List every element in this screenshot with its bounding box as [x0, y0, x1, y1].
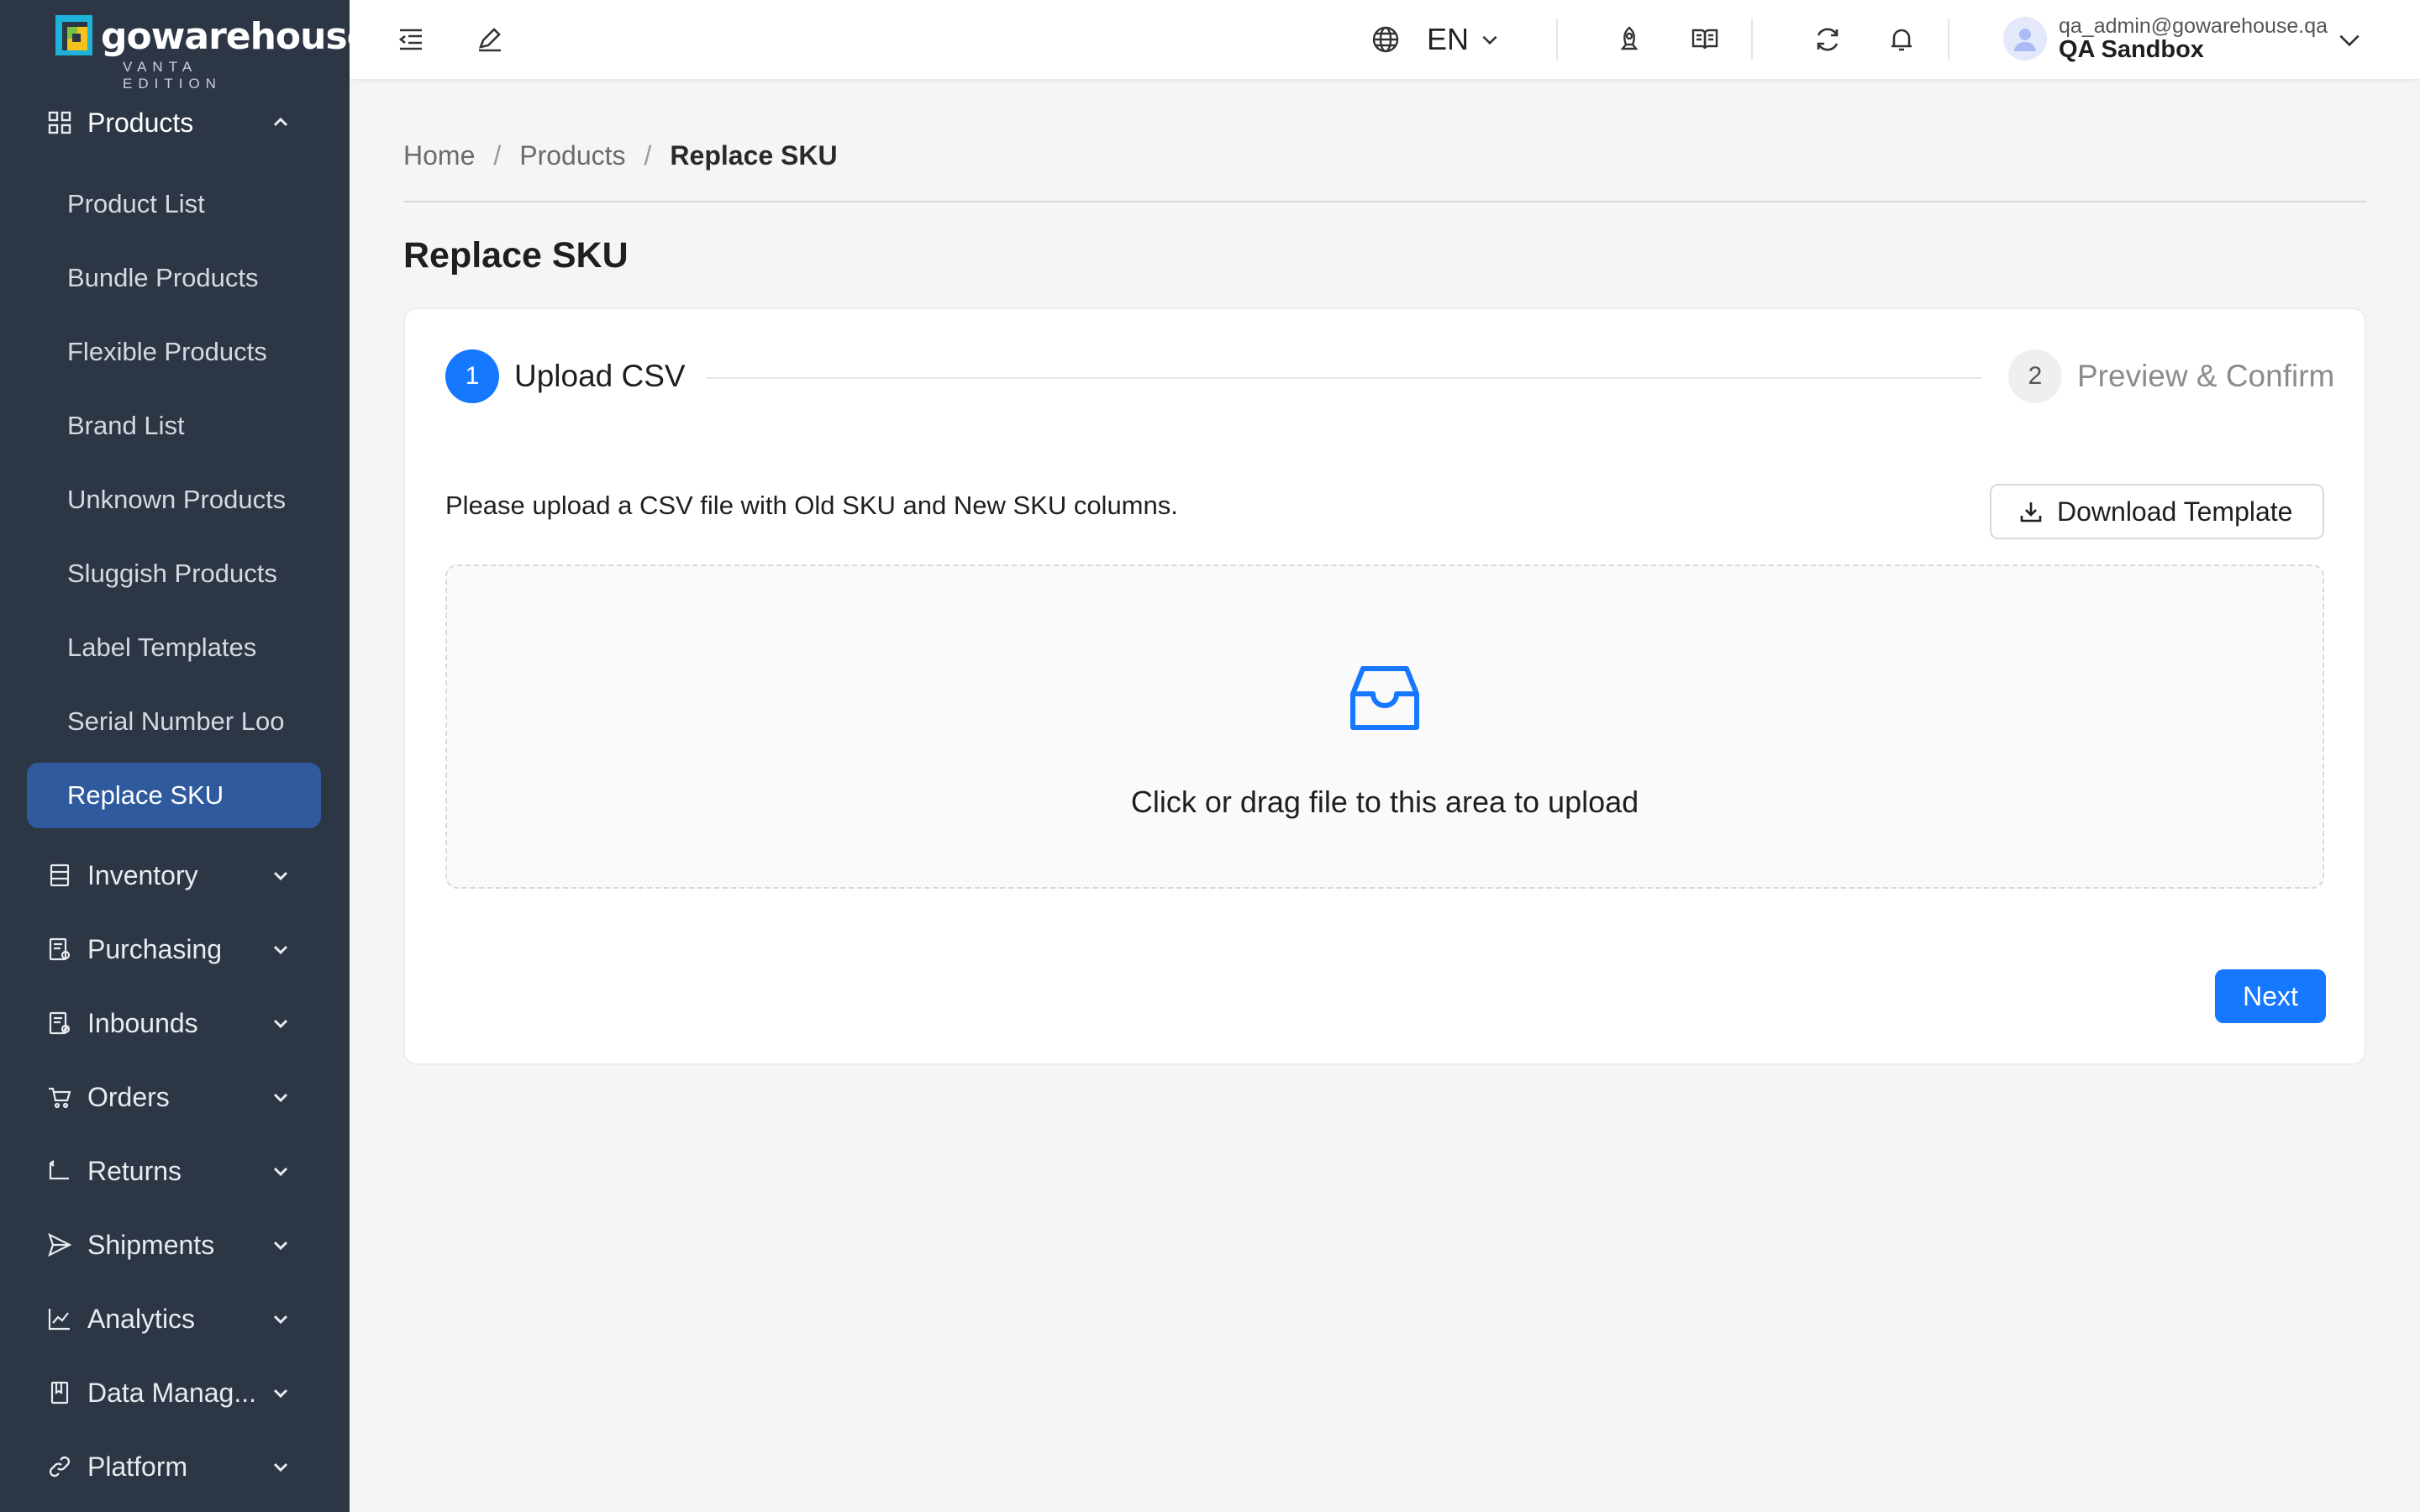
sidebar-group-orders[interactable]: Orders — [0, 1065, 350, 1129]
sidebar-group-label: Purchasing — [87, 934, 223, 964]
chevron-down-icon — [273, 1389, 288, 1399]
sidebar-group-label: Data Manag... — [87, 1378, 256, 1408]
link-icon — [49, 1456, 71, 1478]
header-divider — [1751, 18, 1753, 60]
dropzone-text: Click or drag file to this area to uploa… — [1130, 785, 1639, 819]
sidebar-item-label-templates[interactable]: Label Templates — [27, 615, 321, 680]
user-organization[interactable]: QA Sandbox — [2059, 35, 2204, 64]
sidebar-group-label: Analytics — [87, 1304, 196, 1334]
header-divider — [1556, 18, 1558, 60]
inbounds-icon — [49, 1011, 71, 1035]
chevron-down-icon — [273, 1315, 288, 1325]
edit-icon[interactable] — [476, 25, 504, 54]
sidebar-group-platform[interactable]: Platform — [0, 1435, 350, 1499]
sidebar-item-unknown-products[interactable]: Unknown Products — [27, 467, 321, 533]
sidebar-group-label: Shipments — [87, 1230, 215, 1260]
sidebar-item-replace-sku[interactable]: Replace SKU — [27, 763, 321, 828]
step-1-label: Upload CSV — [514, 359, 686, 393]
user-icon — [2014, 29, 2036, 51]
sidebar-group-inbounds[interactable]: Inbounds — [0, 991, 350, 1055]
step-1-indicator: 1 — [445, 349, 499, 403]
chevron-down-icon — [273, 871, 288, 881]
globe-icon[interactable] — [1371, 25, 1400, 54]
file-upload-dropzone[interactable]: Click or drag file to this area to uploa… — [445, 564, 2324, 889]
sidebar-item-serial-number-lookup[interactable]: Serial Number Loo — [27, 689, 321, 754]
sidebar-item-sluggish-products[interactable]: Sluggish Products — [27, 541, 321, 606]
sidebar-item-flexible-products[interactable]: Flexible Products — [27, 319, 321, 385]
chevron-down-icon — [273, 1019, 288, 1029]
chevron-down-icon[interactable] — [1479, 29, 1501, 50]
replace-sku-card: 1 Upload CSV 2 Preview & Confirm Please … — [403, 307, 2366, 1065]
menu-fold-icon[interactable] — [397, 25, 425, 54]
purchasing-icon — [49, 937, 71, 961]
rocket-icon[interactable] — [1615, 25, 1644, 54]
inbox-icon — [1350, 666, 1419, 730]
sidebar-item-product-list[interactable]: Product List — [27, 171, 321, 237]
inventory-icon — [50, 864, 70, 887]
avatar[interactable] — [2003, 17, 2047, 60]
sidebar-group-returns[interactable]: Returns — [0, 1139, 350, 1203]
grid-icon — [48, 111, 71, 134]
download-template-button[interactable]: Download Template — [1990, 484, 2324, 539]
chevron-down-icon — [273, 1093, 288, 1103]
chevron-down-icon — [273, 1462, 288, 1473]
divider — [403, 201, 2366, 202]
breadcrumb-products[interactable]: Products — [519, 140, 625, 171]
sidebar-group-analytics[interactable]: Analytics — [0, 1287, 350, 1351]
book-open-icon[interactable] — [1691, 25, 1719, 54]
upload-instructions: Please upload a CSV file with Old SKU an… — [445, 491, 1178, 520]
brand-logo[interactable]: gowarehouse VANTA EDITION — [55, 15, 372, 92]
breadcrumb: Home / Products / Replace SKU — [403, 136, 838, 175]
line-chart-icon — [48, 1309, 70, 1331]
return-icon — [49, 1160, 69, 1180]
sidebar-group-shipments[interactable]: Shipments — [0, 1213, 350, 1277]
chevron-up-icon — [273, 117, 288, 127]
breadcrumb-home[interactable]: Home — [403, 140, 475, 171]
top-header: EN qa_admin@gowarehouse.qa QA Sandbox — [350, 0, 2420, 79]
refresh-icon[interactable] — [1813, 25, 1842, 54]
send-icon — [48, 1232, 72, 1257]
cart-icon — [49, 1087, 71, 1109]
logo-mark-icon — [55, 15, 92, 55]
sidebar-item-bundle-products[interactable]: Bundle Products — [27, 245, 321, 311]
logo-wordmark: gowarehouse — [101, 15, 372, 58]
sidebar-group-label: Products — [87, 108, 194, 138]
book-icon — [50, 1381, 69, 1404]
chevron-down-icon — [273, 945, 288, 955]
breadcrumb-current: Replace SKU — [670, 140, 838, 171]
breadcrumb-separator: / — [493, 140, 502, 171]
sidebar-group-label: Returns — [87, 1156, 182, 1186]
sidebar-group-inventory[interactable]: Inventory — [0, 843, 350, 907]
bell-icon[interactable] — [1887, 25, 1916, 54]
sidebar-group-data-management[interactable]: Data Manag... — [0, 1361, 350, 1425]
sidebar-group-label: Inventory — [87, 860, 198, 890]
sidebar-group-label: Orders — [87, 1082, 170, 1112]
sidebar-group-label: Inbounds — [87, 1008, 198, 1038]
chevron-down-icon — [273, 1167, 288, 1177]
logo-edition: VANTA EDITION — [123, 59, 222, 92]
step-2-indicator: 2 — [2008, 349, 2062, 403]
download-icon — [2020, 502, 2042, 522]
sidebar-group-purchasing[interactable]: Purchasing — [0, 917, 350, 981]
header-divider — [1948, 18, 1949, 60]
chevron-down-icon — [273, 1241, 288, 1251]
next-button[interactable]: Next — [2215, 969, 2326, 1023]
breadcrumb-separator: / — [644, 140, 652, 171]
sidebar-group-label: Platform — [87, 1452, 188, 1482]
chevron-down-icon[interactable] — [2336, 27, 2363, 54]
page-title: Replace SKU — [403, 235, 629, 276]
sidebar-item-brand-list[interactable]: Brand List — [27, 393, 321, 459]
download-template-label: Download Template — [2057, 496, 2293, 527]
language-selector[interactable]: EN — [1427, 18, 1469, 60]
step-2-label: Preview & Confirm — [2077, 359, 2335, 393]
sidebar: gowarehouse VANTA EDITION Products Produ… — [0, 0, 372, 1512]
step-connector — [706, 377, 1981, 379]
sidebar-group-products[interactable]: Products — [0, 91, 350, 155]
